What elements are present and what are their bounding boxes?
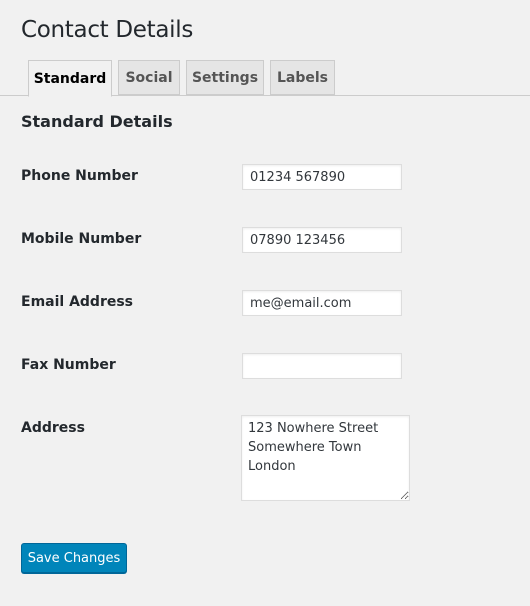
email-address-input[interactable] xyxy=(242,290,402,316)
fax-number-label: Fax Number xyxy=(21,357,116,373)
mobile-number-input[interactable] xyxy=(242,227,402,253)
tab-bar: Standard Social Settings Labels xyxy=(0,60,530,97)
save-changes-button[interactable]: Save Changes xyxy=(21,543,127,573)
tab-settings[interactable]: Settings xyxy=(186,60,264,95)
email-address-label: Email Address xyxy=(21,294,134,310)
address-label: Address xyxy=(21,420,85,436)
phone-number-input[interactable] xyxy=(242,164,402,190)
tab-social[interactable]: Social xyxy=(118,60,180,95)
section-title: Standard Details xyxy=(21,112,173,131)
address-textarea[interactable]: 123 Nowhere Street Somewhere Town London xyxy=(241,415,410,501)
tab-standard[interactable]: Standard xyxy=(28,60,112,97)
tab-labels[interactable]: Labels xyxy=(270,60,335,95)
page-title: Contact Details xyxy=(21,17,194,43)
phone-number-label: Phone Number xyxy=(21,168,138,184)
mobile-number-label: Mobile Number xyxy=(21,231,142,247)
fax-number-input[interactable] xyxy=(242,353,402,379)
